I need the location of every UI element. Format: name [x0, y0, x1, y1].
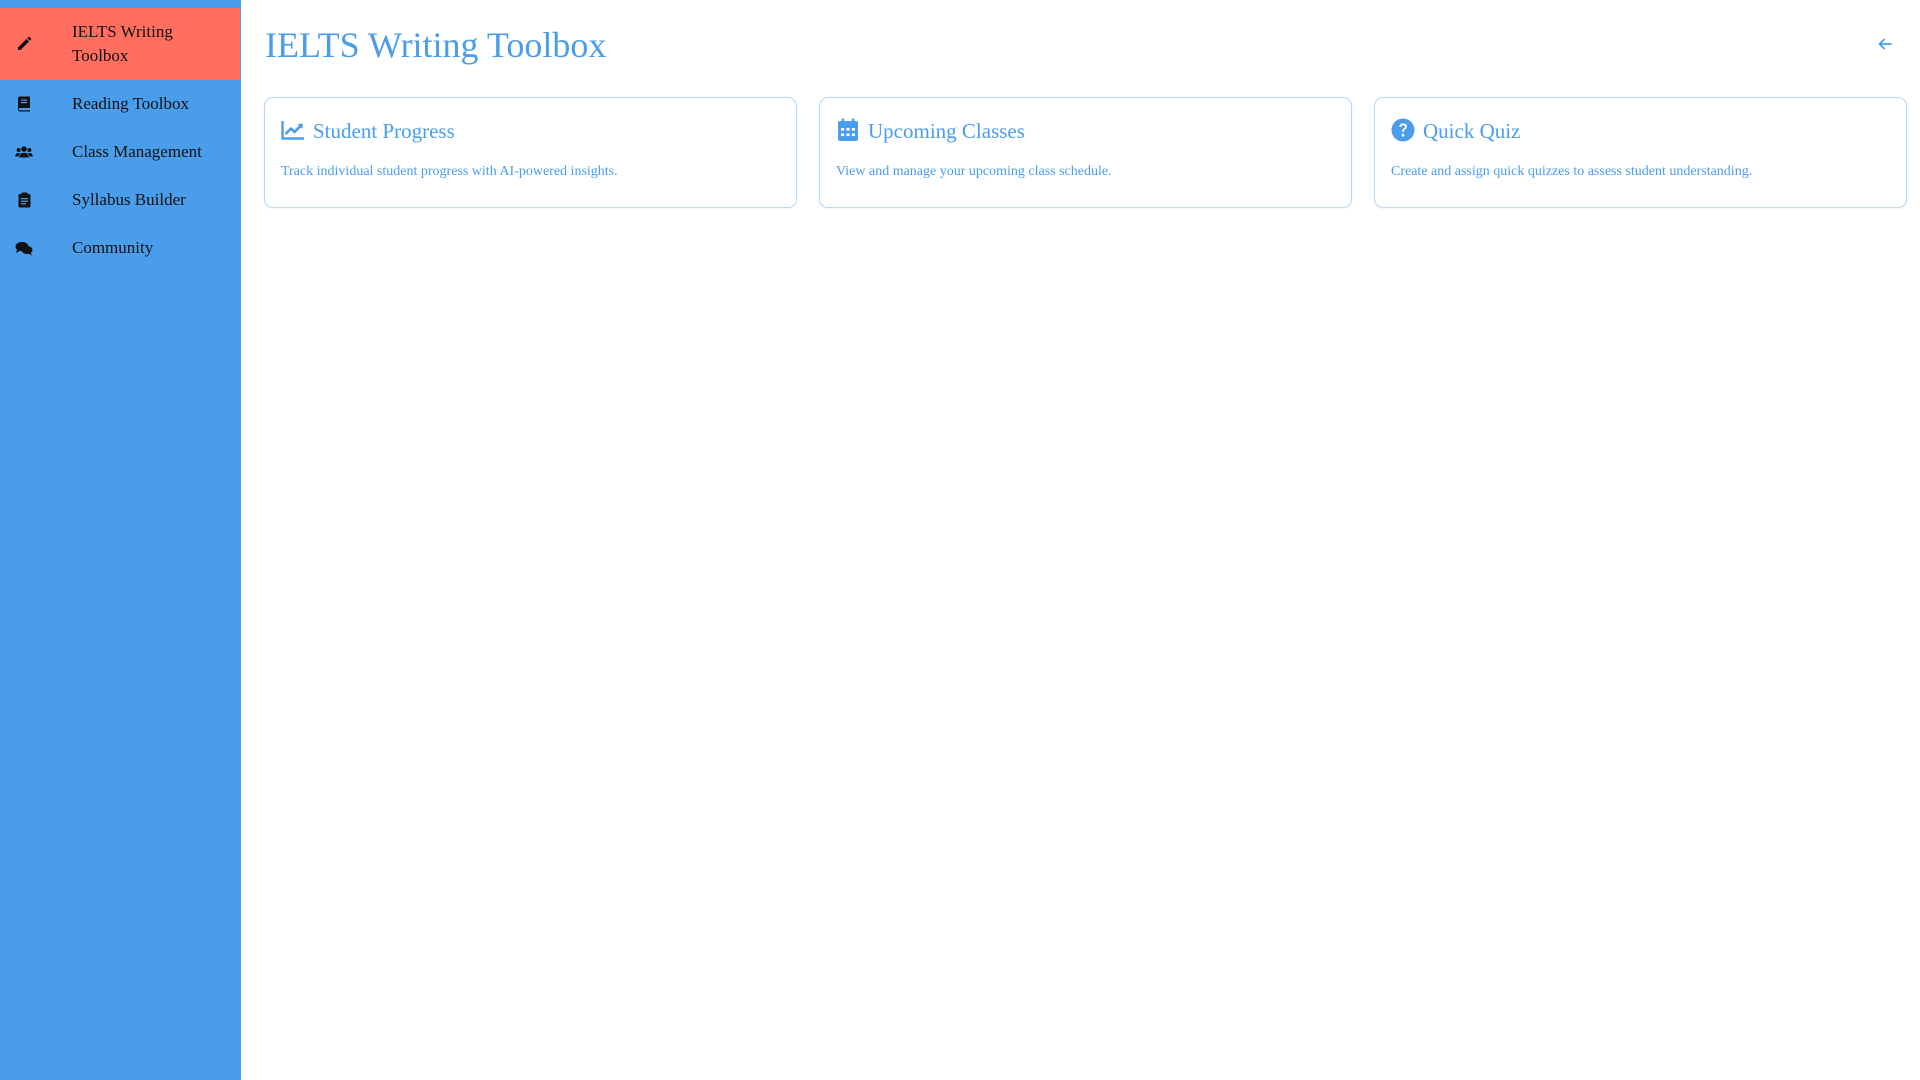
sidebar: IELTS Writing Toolbox Reading Toolbox Cl… — [0, 0, 241, 1080]
comments-icon — [15, 239, 33, 257]
sidebar-item-label: Reading Toolbox — [72, 94, 190, 113]
chart-line-icon — [281, 118, 305, 142]
sidebar-item-label: Syllabus Builder — [72, 190, 186, 209]
users-icon — [15, 143, 33, 161]
card-quick-quiz[interactable]: Quick Quiz Create and assign quick quizz… — [1374, 97, 1907, 208]
card-title: Student Progress — [313, 119, 455, 143]
sidebar-item-class-management[interactable]: Class Management — [0, 140, 240, 164]
sidebar-item-ielts-writing-toolbox[interactable]: IELTS Writing Toolbox — [0, 8, 240, 80]
page-title: IELTS Writing Toolbox — [265, 25, 607, 65]
calendar-icon — [836, 118, 860, 142]
card-student-progress[interactable]: Student Progress Track individual studen… — [264, 97, 797, 208]
card-title: Upcoming Classes — [868, 119, 1025, 143]
pencil-icon — [15, 35, 33, 53]
clipboard-icon — [15, 191, 33, 209]
sidebar-item-community[interactable]: Community — [0, 236, 240, 260]
card-description: View and manage your upcoming class sche… — [836, 164, 1112, 179]
card-upcoming-classes[interactable]: Upcoming Classes View and manage your up… — [819, 97, 1352, 208]
sidebar-item-syllabus-builder[interactable]: Syllabus Builder — [0, 188, 240, 212]
sidebar-item-reading-toolbox[interactable]: Reading Toolbox — [0, 92, 240, 116]
card-header: Quick Quiz — [1391, 114, 1520, 145]
card-title: Quick Quiz — [1423, 119, 1521, 143]
book-icon — [15, 95, 33, 113]
sidebar-item-label: IELTS Writing Toolbox — [72, 22, 173, 65]
card-description: Track individual student progress with A… — [281, 164, 618, 179]
back-button[interactable] — [1874, 35, 1896, 57]
card-description: Create and assign quick quizzes to asses… — [1391, 164, 1753, 179]
sidebar-item-label: Class Management — [72, 142, 202, 161]
question-circle-icon — [1391, 118, 1415, 142]
card-header: Student Progress — [281, 114, 455, 145]
card-header: Upcoming Classes — [836, 114, 1025, 145]
sidebar-item-label: Community — [72, 238, 154, 257]
arrow-left-icon — [1878, 37, 1892, 55]
